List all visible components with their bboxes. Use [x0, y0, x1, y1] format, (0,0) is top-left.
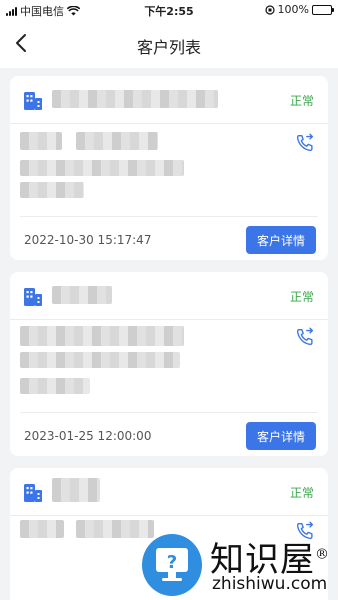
watermark: ? 知识屋® zhishiwu.com	[140, 530, 338, 600]
nav-bar: 客户列表	[0, 20, 338, 68]
redacted-field	[20, 520, 64, 538]
phone-call-icon[interactable]	[294, 132, 316, 154]
redacted-field	[20, 378, 90, 394]
status-badge: 正常	[289, 94, 314, 108]
redacted-field	[20, 352, 180, 368]
card-header: 正常	[10, 468, 328, 516]
building-icon	[24, 484, 42, 502]
building-icon	[24, 92, 42, 110]
divider	[20, 412, 318, 413]
customer-name-redacted	[52, 478, 100, 502]
customer-detail-button[interactable]: 客户详情	[246, 422, 316, 450]
status-right: 100%	[264, 3, 334, 16]
customer-card: 正常 2022-10-30 15:17:47 客户详情	[10, 76, 328, 260]
redacted-field	[20, 160, 184, 176]
page-title: 客户列表	[136, 38, 201, 57]
redacted-field	[20, 182, 84, 198]
watermark-logo: ?	[142, 534, 202, 596]
status-bar: 中国电信 下午2:55 100%	[0, 0, 338, 20]
monitor-icon: ?	[156, 548, 188, 581]
created-time: 2022-10-30 15:17:47	[24, 233, 152, 247]
redacted-field	[76, 132, 158, 150]
card-header: 正常	[10, 76, 328, 124]
redacted-field	[20, 326, 184, 346]
orientation-lock-icon	[264, 4, 275, 15]
status-badge: 正常	[289, 486, 314, 500]
customer-name-redacted	[52, 90, 218, 108]
divider	[20, 216, 318, 217]
watermark-logo-symbol: ?	[167, 552, 177, 573]
watermark-domain: zhishiwu.com	[212, 574, 328, 594]
battery-percent: 100%	[277, 3, 309, 16]
status-badge: 正常	[289, 290, 314, 304]
building-icon	[24, 288, 42, 306]
redacted-field	[20, 132, 62, 150]
customer-detail-button[interactable]: 客户详情	[246, 226, 316, 254]
registered-mark: ®	[315, 546, 330, 563]
created-time: 2023-01-25 12:00:00	[24, 429, 152, 443]
phone-call-icon[interactable]	[294, 326, 316, 348]
customer-name-redacted	[52, 286, 112, 304]
battery-icon	[312, 4, 334, 15]
customer-card: 正常 2023-01-25 12:00:00 客户详情	[10, 272, 328, 456]
card-header: 正常	[10, 272, 328, 320]
